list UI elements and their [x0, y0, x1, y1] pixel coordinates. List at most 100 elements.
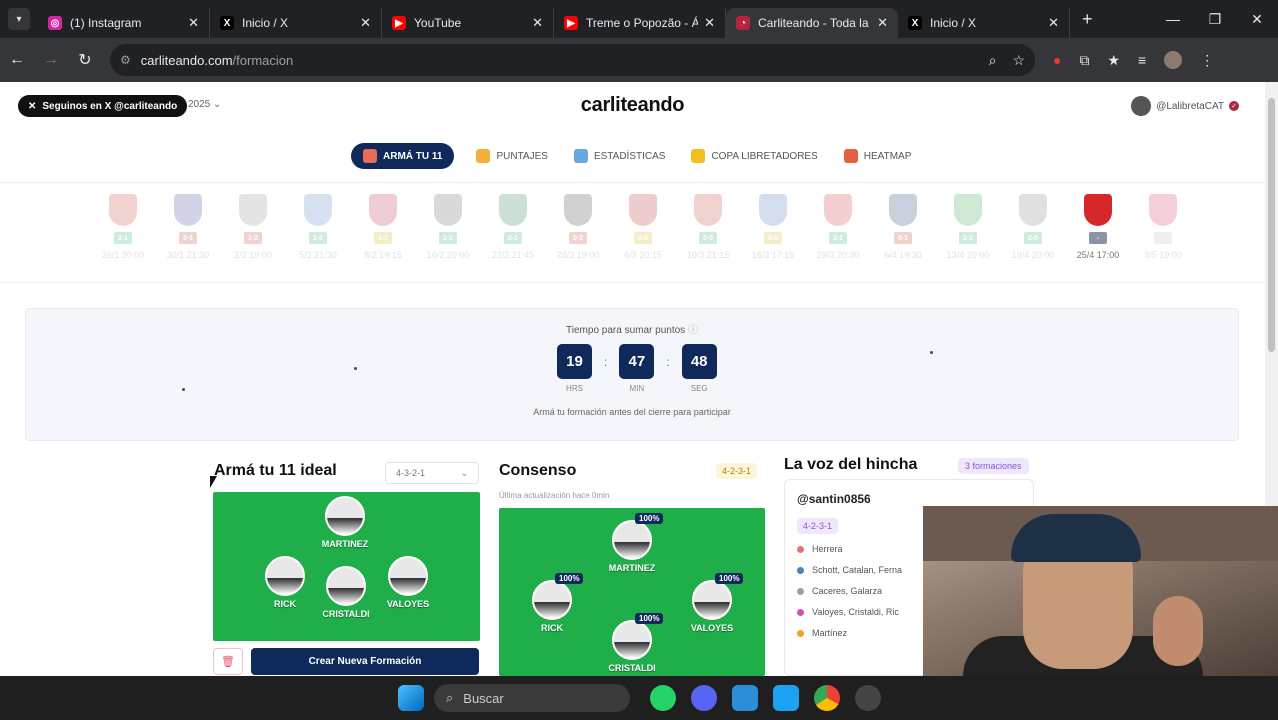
fixture-item[interactable]: 1-2 2/2 19:00	[230, 194, 276, 260]
fixture-item[interactable]: 0-0 16/3 17:15	[750, 194, 796, 260]
hours-unit: HRS	[566, 384, 583, 393]
fan-lineup-line: Valoyes, Cristaldi, Ric	[797, 607, 899, 617]
player-slot[interactable]: VALOYES	[373, 556, 443, 609]
tab-title: Treme o Popozão - Á	[586, 16, 699, 30]
browser-menu-icon[interactable]: ⋮	[1200, 52, 1214, 69]
chrome-icon[interactable]	[814, 685, 840, 711]
club-crest-icon	[564, 194, 592, 226]
user-menu[interactable]: @LalibretaCAT ✓	[1131, 96, 1239, 116]
close-tab-icon[interactable]: ✕	[877, 15, 888, 31]
browser-tab[interactable]: ◎ (1) Instagram ✕	[38, 8, 210, 38]
webcam-overlay	[923, 506, 1278, 676]
taskbar-search[interactable]: ⌕ Buscar	[434, 684, 630, 712]
zoom-icon[interactable]: ⌕	[989, 52, 997, 69]
reload-icon[interactable]: ↻	[68, 50, 102, 70]
nav-item[interactable]: PUNTAJES	[472, 143, 552, 169]
player-name: MARTINEZ	[321, 539, 369, 549]
bookmark-star-icon[interactable]: ☆	[1012, 52, 1025, 69]
address-bar: ← → ↻ ⚙ carliteando.com/formacion ⌕ ☆ ● …	[0, 38, 1278, 82]
fixture-score	[1154, 232, 1172, 244]
player-slot[interactable]: CRISTALDI	[311, 566, 381, 619]
fixture-date: 3/5 19:00	[1144, 250, 1182, 260]
windows-start-icon[interactable]	[398, 685, 424, 711]
nav-item-label: ARMÁ TU 11	[383, 150, 443, 162]
restore-button[interactable]: ❐	[1194, 11, 1236, 28]
fixture-item[interactable]: 2-0 5/2 21:30	[295, 194, 341, 260]
nav-item[interactable]: HEATMAP	[840, 143, 916, 169]
tab-favicon-icon: ◔	[736, 16, 750, 30]
fixture-item[interactable]: 2-1 26/1 20:00	[100, 194, 146, 260]
fixture-item[interactable]: 1-1 8/2 19:15	[360, 194, 406, 260]
extension-red-icon[interactable]: ●	[1053, 52, 1061, 68]
fixture-item[interactable]: - 25/4 17:00	[1075, 194, 1121, 260]
new-tab-button[interactable]: +	[1082, 9, 1093, 30]
browser-tab[interactable]: X Inicio / X ✕	[898, 8, 1070, 38]
app-window-icon[interactable]	[732, 685, 758, 711]
profile-avatar[interactable]	[1164, 51, 1183, 69]
create-formation-button[interactable]: Crear Nueva Formación	[251, 648, 479, 675]
nav-item[interactable]: COPA LIBRETADORES	[687, 143, 821, 169]
url-field[interactable]: ⚙ carliteando.com/formacion ⌕ ☆	[110, 44, 1035, 76]
fixture-item[interactable]: 0-0 6/3 20:15	[620, 194, 666, 260]
site-logo[interactable]: carliteando	[0, 94, 1265, 117]
extensions-icon[interactable]: ⧉	[1079, 52, 1089, 69]
fixture-score: 2-0	[309, 232, 327, 244]
nav-item-icon	[363, 149, 377, 163]
player-photo	[388, 556, 428, 596]
club-crest-icon	[759, 194, 787, 226]
tab-search-button[interactable]: ▾	[8, 8, 30, 30]
club-crest-icon	[304, 194, 332, 226]
fixture-item[interactable]: 2-0 19/4 20:00	[1010, 194, 1056, 260]
streamer-hand	[1153, 596, 1203, 666]
media-icon[interactable]: ≡	[1138, 52, 1146, 68]
player-slot[interactable]: RICK	[250, 556, 320, 609]
close-tab-icon[interactable]: ✕	[1048, 15, 1059, 31]
settings-gear-icon[interactable]	[855, 685, 881, 711]
browser-tab[interactable]: ◔ Carliteando - Toda la ✕	[726, 8, 898, 38]
fixture-item[interactable]: 2-1 30/1 21:30	[165, 194, 211, 260]
whatsapp-icon[interactable]	[650, 685, 676, 711]
close-window-button[interactable]: ✕	[1236, 11, 1278, 28]
delete-formation-button[interactable]: 🗑	[213, 648, 243, 675]
fixture-item[interactable]: 0-2 28/2 19:00	[555, 194, 601, 260]
confetti-dot	[182, 388, 185, 391]
fixture-score: 2-1	[959, 232, 977, 244]
seconds-value: 48	[681, 344, 717, 379]
nav-item[interactable]: ARMÁ TU 11	[351, 143, 455, 169]
close-tab-icon[interactable]: ✕	[188, 15, 199, 31]
back-icon[interactable]: ←	[0, 51, 34, 69]
close-tab-icon[interactable]: ✕	[360, 15, 371, 31]
player-photo	[325, 496, 365, 536]
forward-icon[interactable]: →	[34, 51, 68, 69]
fixture-item[interactable]: 0-1 6/4 19:30	[880, 194, 926, 260]
fixture-item[interactable]: 2-1 29/3 20:30	[815, 194, 861, 260]
formations-count-badge[interactable]: 3 formaciones	[958, 458, 1029, 474]
fixture-item[interactable]: 2-1 16/2 20:00	[425, 194, 471, 260]
divider	[0, 282, 1265, 283]
player-photo	[692, 580, 732, 620]
discord-icon[interactable]	[691, 685, 717, 711]
fixture-item[interactable]: 3/5 19:00	[1140, 194, 1186, 260]
info-icon[interactable]: ⓘ	[688, 325, 698, 336]
user-handle: @LalibretaCAT	[1156, 100, 1224, 112]
bookmarks-icon[interactable]: ★	[1107, 52, 1120, 69]
fixture-score: 0-0	[634, 232, 652, 244]
nav-item[interactable]: ESTADÍSTICAS	[570, 143, 670, 169]
browser-tab[interactable]: ▶ YouTube ✕	[382, 8, 554, 38]
twitter-icon[interactable]	[773, 685, 799, 711]
fixture-item[interactable]: 2-0 10/3 21:15	[685, 194, 731, 260]
player-name: VALOYES	[690, 623, 734, 633]
close-tab-icon[interactable]: ✕	[532, 15, 543, 31]
player-slot[interactable]: MARTINEZ	[310, 496, 380, 549]
fixture-item[interactable]: 2-1 13/4 20:00	[945, 194, 991, 260]
minimize-button[interactable]: —	[1152, 11, 1194, 27]
browser-tab[interactable]: X Inicio / X ✕	[210, 8, 382, 38]
player-name: VALOYES	[386, 599, 430, 609]
browser-tab[interactable]: ▶ Treme o Popozão - Á ✕	[554, 8, 726, 38]
player-photo	[612, 620, 652, 660]
close-tab-icon[interactable]: ✕	[704, 15, 715, 31]
formation-select[interactable]: 4-3-2-1 ⌄	[385, 462, 479, 484]
site-info-icon[interactable]: ⚙	[120, 53, 131, 67]
fixture-item[interactable]: 0-1 22/2 21:45	[490, 194, 536, 260]
scrollbar-thumb[interactable]	[1268, 98, 1275, 352]
